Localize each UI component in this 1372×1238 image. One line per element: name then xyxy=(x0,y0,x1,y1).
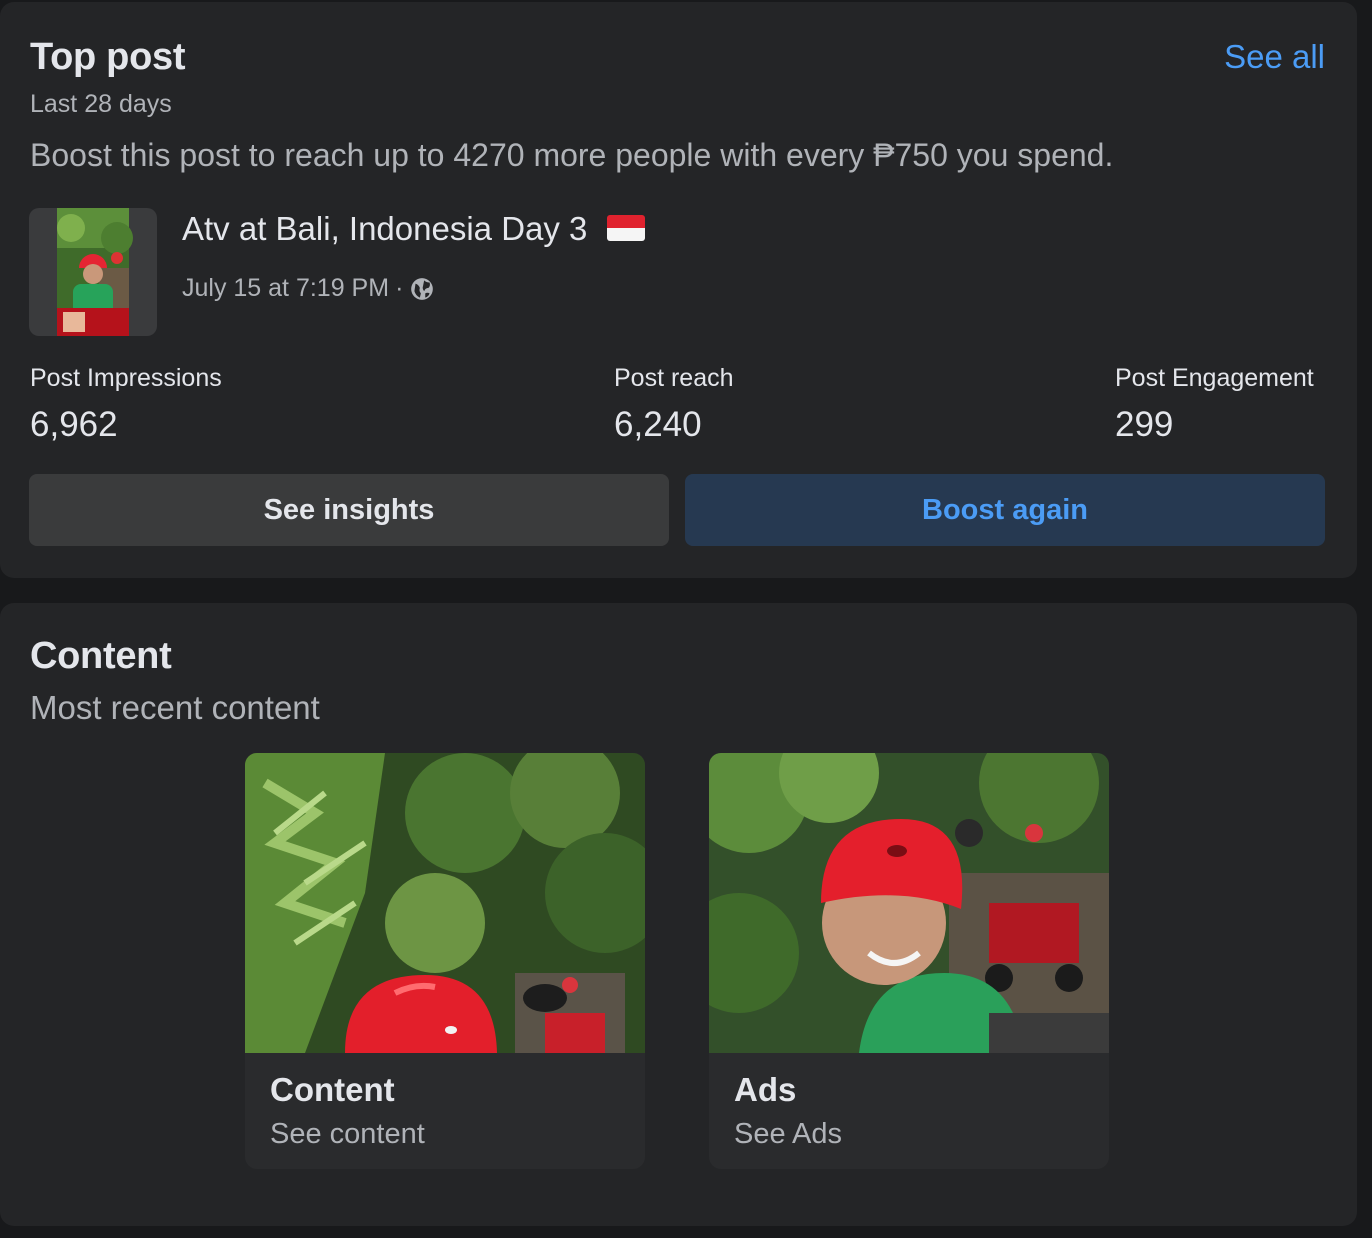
metric-label: Post reach xyxy=(614,364,734,392)
metric-value: 6,962 xyxy=(30,405,118,444)
metric-label: Post Engagement xyxy=(1115,364,1314,392)
post-thumbnail[interactable] xyxy=(29,208,157,336)
ads-tile[interactable]: Ads See Ads xyxy=(709,753,1109,1169)
post-thumbnail-image xyxy=(57,208,133,336)
post-title-text: Atv at Bali, Indonesia Day 3 xyxy=(182,210,588,247)
indonesia-flag-icon xyxy=(606,215,645,242)
content-tile-image xyxy=(245,753,645,1053)
content-title: Content xyxy=(30,635,172,677)
tile-title: Content xyxy=(270,1071,395,1108)
see-insights-button[interactable]: See insights xyxy=(29,474,669,546)
post-meta: July 15 at 7:19 PM · xyxy=(182,274,435,303)
metric-impressions: Post Impressions 6,962 xyxy=(30,364,222,445)
tile-subtitle: See content xyxy=(270,1118,425,1150)
metric-value: 6,240 xyxy=(614,405,702,444)
ads-tile-image xyxy=(709,753,1109,1053)
metric-reach: Post reach 6,240 xyxy=(614,364,734,445)
metric-value: 299 xyxy=(1115,405,1174,444)
content-subtitle: Most recent content xyxy=(30,689,320,726)
boost-again-button[interactable]: Boost again xyxy=(685,474,1325,546)
meta-separator: · xyxy=(395,274,404,302)
tile-title: Ads xyxy=(734,1071,797,1108)
top-post-title: Top post xyxy=(30,36,186,78)
tile-subtitle: See Ads xyxy=(734,1118,843,1150)
boost-message: Boost this post to reach up to 4270 more… xyxy=(30,137,1114,173)
content-tile[interactable]: Content See content xyxy=(245,753,645,1169)
post-date: July 15 at 7:19 PM xyxy=(182,274,390,302)
top-post-card: Top post Last 28 days See all Boost this… xyxy=(0,2,1357,578)
post-title[interactable]: Atv at Bali, Indonesia Day 3 xyxy=(182,210,645,248)
see-all-link[interactable]: See all xyxy=(1224,38,1325,76)
metric-label: Post Impressions xyxy=(30,364,222,392)
metric-engagement: Post Engagement 299 xyxy=(1115,364,1314,445)
top-post-period: Last 28 days xyxy=(30,90,172,118)
globe-icon xyxy=(409,276,435,302)
content-card: Content Most recent content Content See … xyxy=(0,603,1357,1226)
